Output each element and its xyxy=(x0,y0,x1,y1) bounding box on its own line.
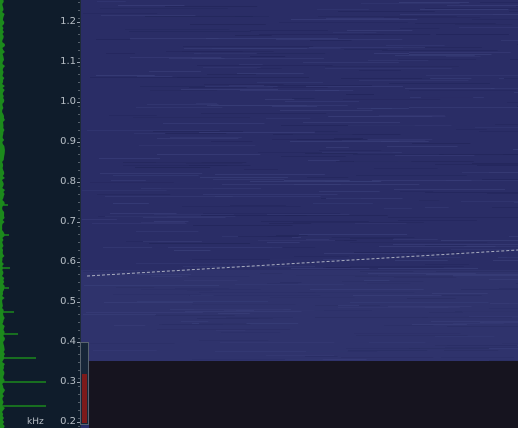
axis-minor-tick xyxy=(78,266,80,267)
axis-minor-tick xyxy=(78,34,80,35)
axis-minor-tick xyxy=(78,170,80,171)
axis-minor-tick xyxy=(78,18,80,19)
axis-minor-tick xyxy=(78,98,80,99)
axis-tick-label: 0.9 xyxy=(60,136,76,147)
axis-minor-tick xyxy=(78,426,80,427)
axis-minor-tick xyxy=(78,114,80,115)
axis-minor-tick xyxy=(78,282,80,283)
axis-minor-tick xyxy=(78,106,80,107)
axis-major-tick xyxy=(77,262,80,263)
axis-minor-tick xyxy=(78,274,80,275)
axis-minor-tick xyxy=(78,242,80,243)
axis-minor-tick xyxy=(78,314,80,315)
axis-minor-tick xyxy=(78,298,80,299)
axis-tick-label: 1.1 xyxy=(60,56,76,67)
axis-minor-tick xyxy=(78,50,80,51)
axis-tick-label: 0.5 xyxy=(60,296,76,307)
axis-minor-tick xyxy=(78,290,80,291)
axis-tick-label: 0.3 xyxy=(60,376,76,387)
axis-minor-tick xyxy=(78,82,80,83)
axis-minor-tick xyxy=(78,306,80,307)
axis-minor-tick xyxy=(78,10,80,11)
axis-minor-tick xyxy=(78,66,80,67)
axis-tick-label: 0.4 xyxy=(60,336,76,347)
axis-minor-tick xyxy=(78,2,80,3)
axis-minor-tick xyxy=(78,226,80,227)
axis-minor-tick xyxy=(78,90,80,91)
axis-major-tick xyxy=(77,142,80,143)
axis-minor-tick xyxy=(78,42,80,43)
axis-unit-label: kHz xyxy=(27,417,44,427)
axis-tick-label: 0.7 xyxy=(60,216,76,227)
signal-level-meter xyxy=(80,342,89,425)
axis-minor-tick xyxy=(78,130,80,131)
axis-minor-tick xyxy=(78,330,80,331)
axis-minor-tick xyxy=(78,234,80,235)
axis-minor-tick xyxy=(78,58,80,59)
spectrum-waterfall-app: 1.2 1.1 1.0 0.9 0.8 0.7 0.6 0.5 0.4 0.3 0.2 kHz xyxy=(0,0,518,428)
axis-minor-tick xyxy=(78,258,80,259)
axis-major-tick xyxy=(77,22,80,23)
axis-minor-tick xyxy=(78,186,80,187)
axis-major-tick xyxy=(77,302,80,303)
axis-minor-tick xyxy=(78,338,80,339)
axis-minor-tick xyxy=(78,122,80,123)
axis-major-tick xyxy=(77,222,80,223)
axis-minor-tick xyxy=(78,74,80,75)
axis-minor-tick xyxy=(78,322,80,323)
frequency-spectrum-panel: 1.2 1.1 1.0 0.9 0.8 0.7 0.6 0.5 0.4 0.3 0.2 kHz xyxy=(0,0,81,428)
axis-major-tick xyxy=(77,102,80,103)
axis-minor-tick xyxy=(78,218,80,219)
frequency-axis: 1.2 1.1 1.0 0.9 0.8 0.7 0.6 0.5 0.4 0.3 0.2 xyxy=(0,0,80,428)
axis-tick-label: 0.8 xyxy=(60,176,76,187)
axis-minor-tick xyxy=(78,250,80,251)
axis-minor-tick xyxy=(78,146,80,147)
axis-major-tick xyxy=(77,182,80,183)
axis-minor-tick xyxy=(78,162,80,163)
axis-minor-tick xyxy=(78,210,80,211)
axis-minor-tick xyxy=(78,194,80,195)
waterfall-empty-region xyxy=(89,361,518,428)
axis-major-tick xyxy=(77,62,80,63)
axis-tick-label: 1.2 xyxy=(60,16,76,27)
axis-minor-tick xyxy=(78,26,80,27)
axis-tick-label: 0.6 xyxy=(60,256,76,267)
axis-minor-tick xyxy=(78,138,80,139)
axis-minor-tick xyxy=(78,154,80,155)
axis-minor-tick xyxy=(78,202,80,203)
axis-minor-tick xyxy=(78,178,80,179)
level-meter-fill xyxy=(82,374,87,423)
axis-tick-label: 1.0 xyxy=(60,96,76,107)
